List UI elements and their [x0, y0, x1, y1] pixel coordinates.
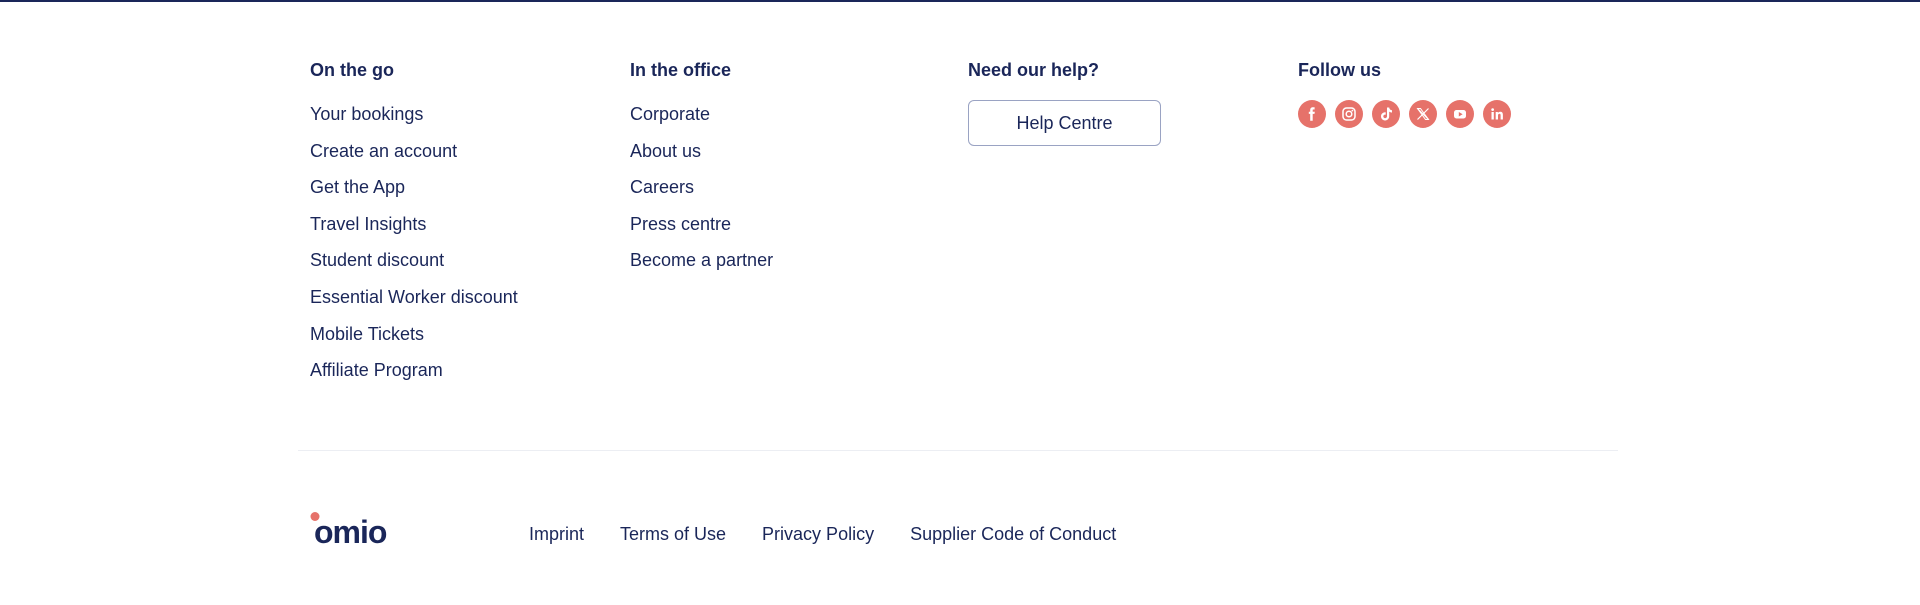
link-list: Corporate About us Careers Press centre …	[630, 102, 773, 285]
link-supplier-code-of-conduct[interactable]: Supplier Code of Conduct	[910, 522, 1116, 546]
link-imprint[interactable]: Imprint	[529, 522, 584, 546]
link-affiliate-program[interactable]: Affiliate Program	[310, 358, 443, 382]
link-become-a-partner[interactable]: Become a partner	[630, 248, 773, 272]
link-press-centre[interactable]: Press centre	[630, 212, 731, 236]
omio-logo[interactable]: omio	[310, 512, 414, 550]
column-title: In the office	[630, 60, 732, 80]
link-privacy-policy[interactable]: Privacy Policy	[762, 522, 874, 546]
link-essential-worker-discount[interactable]: Essential Worker discount	[310, 285, 518, 309]
top-border	[0, 0, 1920, 2]
link-travel-insights[interactable]: Travel Insights	[310, 212, 426, 236]
link-your-bookings[interactable]: Your bookings	[310, 102, 423, 126]
link-corporate[interactable]: Corporate	[630, 102, 710, 126]
link-about-us[interactable]: About us	[630, 139, 701, 163]
footer-column-help: Need our help? Help Centre	[968, 58, 1161, 146]
logo-text: omio	[314, 514, 387, 546]
link-create-account[interactable]: Create an account	[310, 139, 457, 163]
column-title: On the go	[310, 60, 394, 80]
x-icon[interactable]	[1409, 100, 1437, 128]
link-student-discount[interactable]: Student discount	[310, 248, 444, 272]
column-title: Follow us	[1298, 60, 1381, 80]
youtube-icon[interactable]	[1446, 100, 1474, 128]
footer-column-on-the-go: On the go Your bookings Create an accoun…	[310, 58, 518, 395]
link-list: Your bookings Create an account Get the …	[310, 102, 518, 395]
link-mobile-tickets[interactable]: Mobile Tickets	[310, 322, 424, 346]
instagram-icon[interactable]	[1335, 100, 1363, 128]
link-terms-of-use[interactable]: Terms of Use	[620, 522, 726, 546]
facebook-icon[interactable]	[1298, 100, 1326, 128]
column-title: Need our help?	[968, 60, 1100, 80]
footer-column-follow: Follow us	[1298, 58, 1511, 128]
legal-links: Imprint Terms of Use Privacy Policy Supp…	[529, 522, 1152, 546]
linkedin-icon[interactable]	[1483, 100, 1511, 128]
footer-divider	[298, 450, 1618, 451]
help-centre-button[interactable]: Help Centre	[968, 100, 1161, 146]
link-get-the-app[interactable]: Get the App	[310, 175, 405, 199]
social-links	[1298, 100, 1511, 128]
link-careers[interactable]: Careers	[630, 175, 694, 199]
footer-column-in-the-office: In the office Corporate About us Careers…	[630, 58, 773, 285]
tiktok-icon[interactable]	[1372, 100, 1400, 128]
